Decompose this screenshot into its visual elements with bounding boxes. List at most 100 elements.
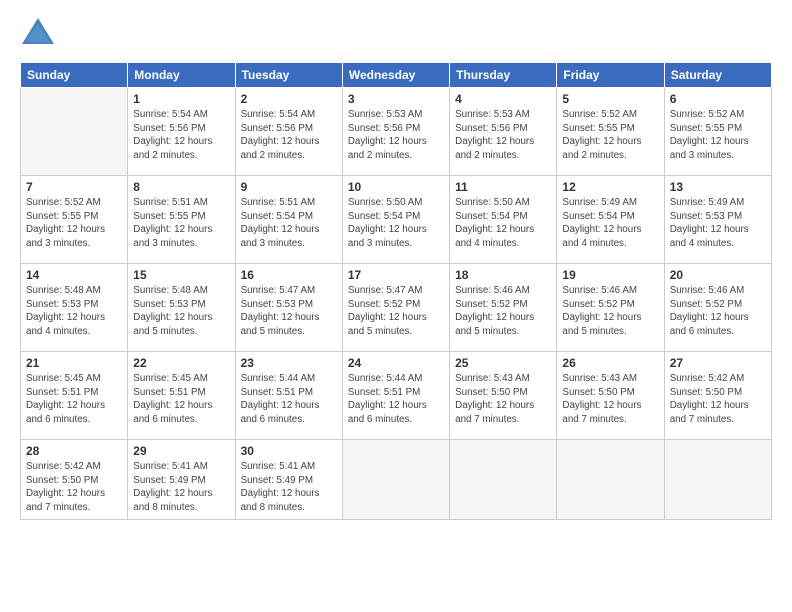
calendar-cell (342, 440, 449, 520)
calendar-cell: 26 Sunrise: 5:43 AMSunset: 5:50 PMDayligh… (557, 352, 664, 440)
day-number: 29 (133, 444, 229, 458)
calendar-cell: 19 Sunrise: 5:46 AMSunset: 5:52 PMDayligh… (557, 264, 664, 352)
calendar-cell: 3 Sunrise: 5:53 AMSunset: 5:56 PMDaylight… (342, 88, 449, 176)
day-number: 7 (26, 180, 122, 194)
day-info: Sunrise: 5:49 AMSunset: 5:54 PMDaylight:… (562, 196, 658, 251)
calendar-cell: 8 Sunrise: 5:51 AMSunset: 5:55 PMDaylight… (128, 176, 235, 264)
calendar-header-wednesday: Wednesday (342, 63, 449, 88)
day-info: Sunrise: 5:49 AMSunset: 5:53 PMDaylight:… (670, 196, 766, 251)
day-info: Sunrise: 5:52 AMSunset: 5:55 PMDaylight:… (670, 108, 766, 163)
day-info: Sunrise: 5:46 AMSunset: 5:52 PMDaylight:… (670, 284, 766, 339)
calendar-cell: 22 Sunrise: 5:45 AMSunset: 5:51 PMDayligh… (128, 352, 235, 440)
day-info: Sunrise: 5:53 AMSunset: 5:56 PMDaylight:… (348, 108, 444, 163)
day-number: 27 (670, 356, 766, 370)
calendar-cell: 24Sunrise: 5:44 AMSunset: 5:51 PMDayligh… (342, 352, 449, 440)
day-info: Sunrise: 5:54 AMSunset: 5:56 PMDaylight:… (133, 108, 229, 163)
day-number: 28 (26, 444, 122, 458)
calendar-header-row: SundayMondayTuesdayWednesdayThursdayFrid… (21, 63, 772, 88)
day-info: Sunrise: 5:43 AMSunset: 5:50 PMDaylight:… (455, 372, 551, 427)
calendar-header-thursday: Thursday (450, 63, 557, 88)
calendar-cell: 14 Sunrise: 5:48 AMSunset: 5:53 PMDayligh… (21, 264, 128, 352)
day-info: Sunrise: 5:41 AMSunset: 5:49 PMDaylight:… (133, 460, 229, 515)
day-number: 9 (241, 180, 337, 194)
calendar-cell: 20 Sunrise: 5:46 AMSunset: 5:52 PMDayligh… (664, 264, 771, 352)
calendar-cell: 10 Sunrise: 5:50 AMSunset: 5:54 PMDayligh… (342, 176, 449, 264)
calendar-cell (557, 440, 664, 520)
calendar-cell: 23Sunrise: 5:44 AMSunset: 5:51 PMDayligh… (235, 352, 342, 440)
day-number: 26 (562, 356, 658, 370)
day-number: 14 (26, 268, 122, 282)
day-number: 19 (562, 268, 658, 282)
day-info: Sunrise: 5:46 AMSunset: 5:52 PMDaylight:… (455, 284, 551, 339)
day-number: 23 (241, 356, 337, 370)
day-info: Sunrise: 5:47 AMSunset: 5:53 PMDaylight:… (241, 284, 337, 339)
day-info: Sunrise: 5:48 AMSunset: 5:53 PMDaylight:… (133, 284, 229, 339)
day-number: 3 (348, 92, 444, 106)
day-number: 18 (455, 268, 551, 282)
calendar-cell: 25Sunrise: 5:43 AMSunset: 5:50 PMDayligh… (450, 352, 557, 440)
day-number: 15 (133, 268, 229, 282)
calendar-cell: 17 Sunrise: 5:47 AMSunset: 5:52 PMDayligh… (342, 264, 449, 352)
day-info: Sunrise: 5:51 AMSunset: 5:54 PMDaylight:… (241, 196, 337, 251)
day-number: 22 (133, 356, 229, 370)
calendar-cell: 21 Sunrise: 5:45 AMSunset: 5:51 PMDayligh… (21, 352, 128, 440)
day-info: Sunrise: 5:52 AMSunset: 5:55 PMDaylight:… (26, 196, 122, 251)
day-info: Sunrise: 5:44 AMSunset: 5:51 PMDaylight:… (348, 372, 444, 427)
day-number: 8 (133, 180, 229, 194)
calendar-header-tuesday: Tuesday (235, 63, 342, 88)
day-number: 2 (241, 92, 337, 106)
calendar-header-friday: Friday (557, 63, 664, 88)
day-number: 13 (670, 180, 766, 194)
day-number: 11 (455, 180, 551, 194)
day-info: Sunrise: 5:52 AMSunset: 5:55 PMDaylight:… (562, 108, 658, 163)
calendar-cell: 29 Sunrise: 5:41 AMSunset: 5:49 PMDayligh… (128, 440, 235, 520)
week-row-5: 28 Sunrise: 5:42 AMSunset: 5:50 PMDayligh… (21, 440, 772, 520)
calendar-cell: 15 Sunrise: 5:48 AMSunset: 5:53 PMDayligh… (128, 264, 235, 352)
calendar-cell: 11 Sunrise: 5:50 AMSunset: 5:54 PMDayligh… (450, 176, 557, 264)
calendar-header-monday: Monday (128, 63, 235, 88)
calendar-cell: 2 Sunrise: 5:54 AMSunset: 5:56 PMDaylight… (235, 88, 342, 176)
day-number: 30 (241, 444, 337, 458)
day-info: Sunrise: 5:42 AMSunset: 5:50 PMDaylight:… (670, 372, 766, 427)
calendar-cell: 18 Sunrise: 5:46 AMSunset: 5:52 PMDayligh… (450, 264, 557, 352)
day-number: 4 (455, 92, 551, 106)
week-row-2: 7 Sunrise: 5:52 AMSunset: 5:55 PMDaylight… (21, 176, 772, 264)
week-row-3: 14 Sunrise: 5:48 AMSunset: 5:53 PMDayligh… (21, 264, 772, 352)
day-info: Sunrise: 5:50 AMSunset: 5:54 PMDaylight:… (348, 196, 444, 251)
day-info: Sunrise: 5:54 AMSunset: 5:56 PMDaylight:… (241, 108, 337, 163)
day-info: Sunrise: 5:50 AMSunset: 5:54 PMDaylight:… (455, 196, 551, 251)
calendar-cell (664, 440, 771, 520)
day-info: Sunrise: 5:53 AMSunset: 5:56 PMDaylight:… (455, 108, 551, 163)
day-number: 16 (241, 268, 337, 282)
day-info: Sunrise: 5:45 AMSunset: 5:51 PMDaylight:… (133, 372, 229, 427)
day-number: 6 (670, 92, 766, 106)
calendar-cell: 16 Sunrise: 5:47 AMSunset: 5:53 PMDayligh… (235, 264, 342, 352)
day-number: 17 (348, 268, 444, 282)
calendar-cell: 13 Sunrise: 5:49 AMSunset: 5:53 PMDayligh… (664, 176, 771, 264)
logo-icon (20, 16, 56, 52)
day-info: Sunrise: 5:46 AMSunset: 5:52 PMDaylight:… (562, 284, 658, 339)
day-number: 21 (26, 356, 122, 370)
header (20, 16, 772, 52)
day-info: Sunrise: 5:47 AMSunset: 5:52 PMDaylight:… (348, 284, 444, 339)
day-number: 12 (562, 180, 658, 194)
day-info: Sunrise: 5:51 AMSunset: 5:55 PMDaylight:… (133, 196, 229, 251)
day-info: Sunrise: 5:48 AMSunset: 5:53 PMDaylight:… (26, 284, 122, 339)
week-row-1: 1 Sunrise: 5:54 AMSunset: 5:56 PMDaylight… (21, 88, 772, 176)
calendar: SundayMondayTuesdayWednesdayThursdayFrid… (20, 62, 772, 520)
day-number: 1 (133, 92, 229, 106)
calendar-header-saturday: Saturday (664, 63, 771, 88)
day-number: 10 (348, 180, 444, 194)
day-info: Sunrise: 5:45 AMSunset: 5:51 PMDaylight:… (26, 372, 122, 427)
day-info: Sunrise: 5:43 AMSunset: 5:50 PMDaylight:… (562, 372, 658, 427)
calendar-cell (21, 88, 128, 176)
day-number: 5 (562, 92, 658, 106)
calendar-cell: 12 Sunrise: 5:49 AMSunset: 5:54 PMDayligh… (557, 176, 664, 264)
day-info: Sunrise: 5:42 AMSunset: 5:50 PMDaylight:… (26, 460, 122, 515)
day-number: 20 (670, 268, 766, 282)
calendar-cell: 27 Sunrise: 5:42 AMSunset: 5:50 PMDayligh… (664, 352, 771, 440)
main-container: SundayMondayTuesdayWednesdayThursdayFrid… (0, 0, 792, 530)
calendar-cell: 4 Sunrise: 5:53 AMSunset: 5:56 PMDaylight… (450, 88, 557, 176)
calendar-cell: 30Sunrise: 5:41 AMSunset: 5:49 PMDayligh… (235, 440, 342, 520)
calendar-cell: 6 Sunrise: 5:52 AMSunset: 5:55 PMDaylight… (664, 88, 771, 176)
